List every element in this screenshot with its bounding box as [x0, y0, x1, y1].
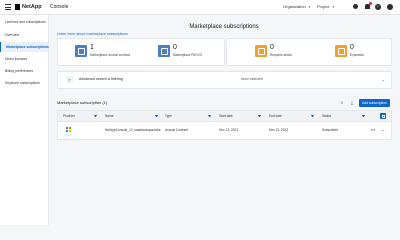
page-title: Marketplace subscriptions: [189, 24, 259, 30]
filter-expand-icon[interactable]: »: [66, 76, 73, 83]
stat-annual-contract[interactable]: 1 Marketplace annual contract: [75, 44, 135, 59]
organization-label: Organization: [283, 4, 306, 9]
sort-icon[interactable]: [258, 115, 261, 118]
stat-requires-action[interactable]: 0 Requires action: [255, 44, 315, 59]
cell-type: Annual Contract: [165, 128, 188, 132]
notifications-bell-icon[interactable]: [364, 2, 372, 10]
sort-icon[interactable]: [155, 115, 158, 118]
chevron-down-icon[interactable]: ⌄: [382, 76, 385, 83]
column-header-start-date[interactable]: Start date: [219, 111, 233, 121]
sort-icon[interactable]: [208, 115, 211, 118]
subscriptions-table: Provider Name Type Start date End date S…: [57, 110, 392, 140]
chevron-down-icon: ▾: [332, 5, 334, 9]
sidebar: Licenses and subscriptions Overview Mark…: [0, 15, 49, 225]
user-profile-icon[interactable]: [386, 3, 393, 10]
calendar-icon: [335, 45, 347, 57]
table-header: Provider Name Type Start date End date S…: [58, 111, 391, 122]
document-icon: [158, 45, 170, 57]
stat-value: 0: [173, 44, 177, 51]
stat-caption: Requires action: [270, 53, 293, 57]
stat-value: 0: [270, 44, 274, 51]
sidebar-item-direct-licenses[interactable]: Direct licenses: [0, 54, 48, 64]
download-icon[interactable]: ⤓: [349, 100, 355, 106]
filter-label: Advanced search & filtering: [79, 77, 123, 81]
sort-icon[interactable]: [311, 115, 314, 118]
netapp-logo-icon: [15, 4, 20, 10]
column-header-provider[interactable]: Provider: [63, 111, 75, 121]
logo-text: NetApp: [22, 4, 42, 10]
column-settings-icon[interactable]: [380, 113, 386, 119]
stat-value: 0: [350, 44, 354, 51]
column-header-type[interactable]: Type: [165, 111, 172, 121]
filter-status: None selected: [241, 77, 263, 81]
cell-name: NetAppConsole_12_saasbackupaddAe: [105, 128, 161, 132]
stat-caption: Expiration: [350, 53, 365, 57]
document-icon: [75, 45, 87, 57]
stat-expiration[interactable]: 0 Expiration: [335, 44, 395, 59]
chevron-down-icon[interactable]: ⌄: [381, 122, 384, 138]
warning-icon: [255, 45, 267, 57]
stat-paygo[interactable]: 0 Marketplace PAYGO: [158, 44, 218, 59]
sidebar-item-licenses-and-subscriptions[interactable]: Licenses and subscriptions: [0, 17, 48, 27]
stats-card-attention: 0 Requires action 0 Expiration: [226, 38, 392, 66]
help-icon[interactable]: ?: [374, 3, 381, 10]
learn-more-link[interactable]: Learn more about marketplace subscriptio…: [57, 32, 128, 37]
column-header-end-date[interactable]: End date: [269, 111, 282, 121]
stat-value: 1: [90, 44, 94, 51]
advanced-search-filter-bar[interactable]: » Advanced search & filtering None selec…: [57, 71, 392, 89]
sidebar-item-billing-preferences[interactable]: Billing preferences: [0, 66, 48, 76]
top-bar: NetApp Console Organization ▾ Project ▾ ?: [0, 0, 400, 15]
cell-status: Subscribed: [322, 128, 338, 132]
stats-card-marketplace: 1 Marketplace annual contract 0 Marketpl…: [57, 38, 225, 66]
column-header-status[interactable]: Status: [322, 111, 331, 121]
project-label: Project: [317, 4, 330, 9]
sidebar-item-marketplace-subscriptions[interactable]: Marketplace subscriptions: [0, 42, 49, 52]
users-icon[interactable]: [352, 3, 359, 10]
app-name: Console: [50, 4, 69, 10]
sort-icon[interactable]: [94, 115, 97, 118]
more-actions-icon[interactable]: •••: [371, 122, 375, 138]
organization-selector[interactable]: Organization ▾: [283, 3, 311, 11]
chevron-down-icon: ▾: [308, 5, 311, 9]
table-title: Marketplace subscription (1): [57, 100, 108, 105]
cell-end-date: Dec 13, 2023: [269, 128, 288, 132]
table-row[interactable]: NetAppConsole_12_saasbackupaddAe Annual …: [58, 122, 391, 138]
add-subscription-button[interactable]: Add subscription: [359, 99, 390, 107]
sort-icon[interactable]: [362, 115, 365, 118]
cell-start-date: Dec 13, 2023: [219, 128, 238, 132]
microsoft-azure-logo-icon: [66, 127, 71, 132]
hamburger-menu-icon[interactable]: [5, 4, 11, 10]
sidebar-item-keystone-subscriptions[interactable]: Keystone subscriptions: [0, 78, 48, 88]
stat-caption: Marketplace annual contract: [90, 53, 131, 57]
stat-caption: Marketplace PAYGO: [173, 53, 203, 57]
search-icon[interactable]: ⌕: [339, 100, 345, 106]
column-header-name[interactable]: Name: [105, 111, 114, 121]
sidebar-item-overview[interactable]: Overview: [0, 30, 48, 40]
project-selector[interactable]: Project ▾: [317, 3, 343, 11]
